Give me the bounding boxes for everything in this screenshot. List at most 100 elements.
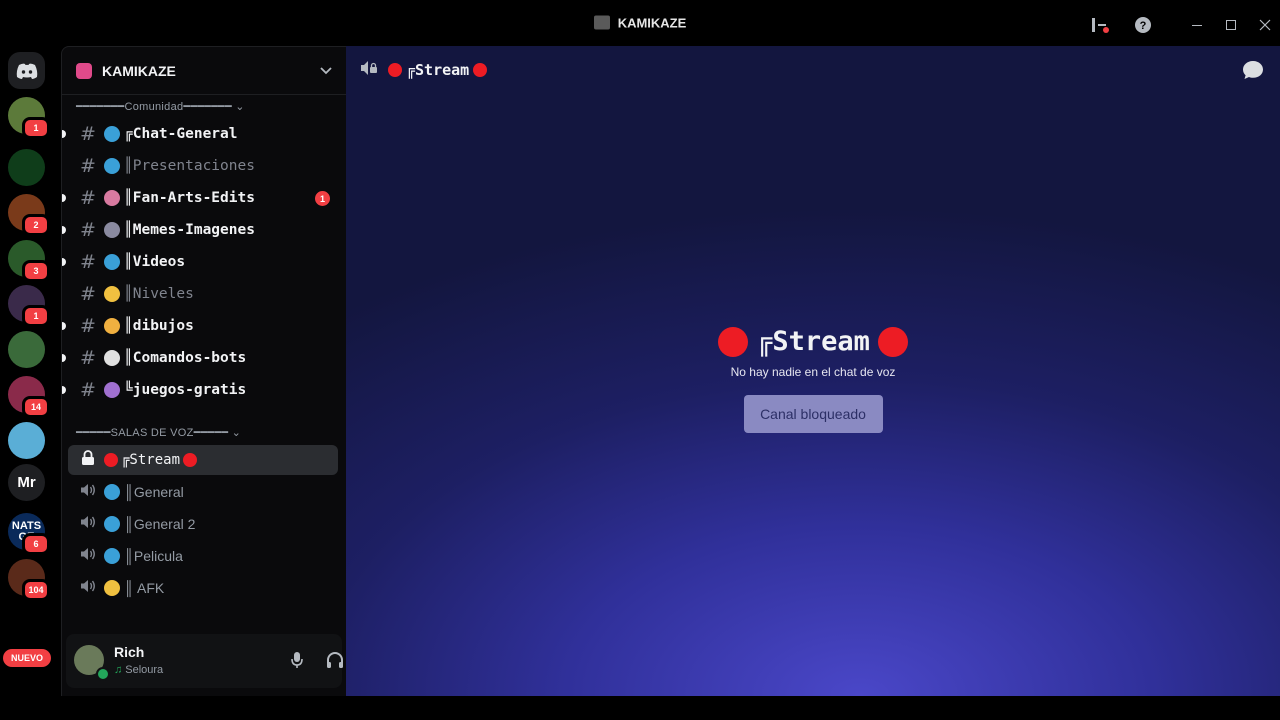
- channel-name: ║Pelicula: [124, 548, 183, 564]
- channel-name: ║Presentaciones: [124, 158, 255, 174]
- server-initials: Mr: [17, 474, 36, 491]
- server-icon-7[interactable]: 14: [8, 376, 50, 418]
- channel-emoji-icon: [104, 318, 120, 334]
- mention-badge: 1: [22, 305, 50, 327]
- server-icon-10[interactable]: NATS GE6: [8, 513, 50, 555]
- help-icon[interactable]: ?: [1132, 14, 1154, 36]
- mention-badge: 2: [22, 214, 50, 236]
- server-header[interactable]: KAMIKAZE: [62, 47, 346, 95]
- channel-name: ║General 2: [124, 516, 196, 532]
- text-channel[interactable]: # ╚juegos-gratis: [62, 375, 338, 405]
- minimize-icon[interactable]: [1186, 14, 1208, 36]
- nuevo-badge[interactable]: NUEVO: [3, 649, 51, 667]
- svg-text:?: ?: [1140, 20, 1147, 32]
- discord-home-icon[interactable]: [8, 52, 45, 89]
- speaker-icon: [78, 515, 98, 533]
- voice-channel[interactable]: ║General: [68, 477, 338, 507]
- channel-name: ╔Chat-General: [124, 126, 238, 142]
- red-circle-icon: [183, 453, 198, 467]
- server-icon-11[interactable]: 104: [8, 559, 50, 601]
- server-icon-3[interactable]: 2: [8, 194, 50, 236]
- channel-emoji-icon: [104, 382, 120, 398]
- text-channel[interactable]: # ║Presentaciones: [68, 151, 338, 181]
- online-status-icon: [96, 667, 110, 681]
- channel-name: ║dibujos: [124, 318, 194, 334]
- close-icon[interactable]: [1254, 14, 1276, 36]
- server-icon-9[interactable]: Mr: [8, 464, 45, 501]
- channel-name: ║General: [124, 484, 184, 500]
- red-circle-icon: [473, 63, 488, 77]
- voice-channel[interactable]: ║General 2: [68, 509, 338, 539]
- server-icon-8[interactable]: [8, 422, 45, 459]
- music-note-icon: ♫: [114, 664, 123, 676]
- channel-emoji-icon: [104, 484, 120, 500]
- channel-locked-button[interactable]: Canal bloqueado: [743, 395, 883, 433]
- text-channel[interactable]: # ║Niveles: [68, 279, 338, 309]
- unread-indicator: [62, 258, 66, 266]
- channel-sidebar: KAMIKAZE ━━━━━━━Comunidad━━━━━━━ ⌄ # ╔Cha…: [61, 46, 382, 696]
- hash-icon: #: [80, 219, 96, 241]
- hash-icon: #: [80, 315, 96, 337]
- category-comunidad[interactable]: ━━━━━━━Comunidad━━━━━━━ ⌄: [76, 100, 245, 113]
- window-title: KAMIKAZE: [0, 15, 1280, 31]
- username: Rich: [114, 644, 145, 660]
- mention-badge: 1: [22, 117, 50, 139]
- voice-channel-view: ╔Stream ╔Stream No hay nadie en el chat …: [346, 46, 1280, 696]
- channel-name: ║ AFK: [124, 580, 165, 596]
- channel-emoji-icon: [104, 516, 120, 532]
- voice-channel[interactable]: ║Pelicula: [68, 541, 338, 571]
- server-icon-5[interactable]: 1: [8, 285, 50, 327]
- text-channel[interactable]: # ║dibujos: [62, 311, 338, 341]
- channel-emoji-icon: [104, 350, 120, 366]
- text-channel[interactable]: # ║Videos: [62, 247, 338, 277]
- channel-emoji-icon: [104, 126, 120, 142]
- red-circle-icon: [388, 63, 402, 77]
- channel-header: ╔Stream: [346, 46, 1280, 94]
- text-channel[interactable]: # ╔Chat-General: [62, 119, 338, 149]
- headphones-icon[interactable]: [324, 649, 346, 671]
- maximize-icon[interactable]: [1220, 14, 1242, 36]
- channel-emoji-icon: [104, 548, 120, 564]
- microphone-icon[interactable]: [286, 649, 308, 671]
- mention-badge: 3: [22, 260, 50, 282]
- channel-emoji-icon: [104, 286, 120, 302]
- empty-voice-state: ╔Stream No hay nadie en el chat de voz C…: [346, 326, 1280, 433]
- channel-emoji-icon: [104, 190, 120, 206]
- server-icon: [593, 15, 610, 30]
- red-circle-icon: [718, 326, 749, 357]
- text-channel[interactable]: # ║Comandos-bots: [62, 343, 338, 373]
- mention-count-badge: 1: [315, 191, 330, 206]
- user-panel: Rich ♫ Seloura: [66, 634, 382, 688]
- mention-badge: 104: [22, 579, 50, 601]
- unread-indicator: [62, 130, 66, 138]
- channel-name: ║Niveles: [124, 286, 194, 302]
- unread-indicator: [62, 386, 66, 394]
- server-icon-4[interactable]: 3: [8, 240, 50, 282]
- hash-icon: #: [80, 283, 96, 305]
- voice-channel[interactable]: ╔Stream: [68, 445, 338, 475]
- lock-icon: [78, 450, 98, 470]
- unread-indicator: [62, 194, 66, 202]
- unread-indicator: [62, 354, 66, 362]
- text-channel[interactable]: # ║Memes-Imagenes: [62, 215, 338, 245]
- server-icon-1[interactable]: 1: [8, 97, 50, 139]
- chevron-down-icon: [320, 64, 332, 78]
- unread-indicator: [62, 322, 66, 330]
- server-icon-6[interactable]: [8, 331, 45, 368]
- hash-icon: #: [80, 155, 96, 177]
- server-icon-2[interactable]: [8, 149, 45, 186]
- user-activity: ♫ Seloura: [114, 664, 164, 676]
- voice-channel[interactable]: ║ AFK: [68, 573, 338, 603]
- category-salas-de-voz[interactable]: ━━━━━SALAS DE VOZ━━━━━ ⌄: [76, 426, 241, 439]
- text-channel[interactable]: # ║Fan-Arts-Edits 1: [62, 183, 338, 213]
- hash-icon: #: [80, 347, 96, 369]
- channel-name: ║Memes-Imagenes: [124, 222, 255, 238]
- red-circle-icon: [877, 326, 908, 357]
- channel-emoji-icon: [104, 580, 120, 596]
- chat-bubble-icon[interactable]: [1242, 60, 1264, 80]
- server-name: KAMIKAZE: [102, 62, 176, 79]
- inbox-icon[interactable]: [1089, 14, 1111, 36]
- hash-icon: #: [80, 251, 96, 273]
- channel-name: ╔Stream: [121, 452, 181, 468]
- title-bar: KAMIKAZE ?: [0, 0, 1280, 46]
